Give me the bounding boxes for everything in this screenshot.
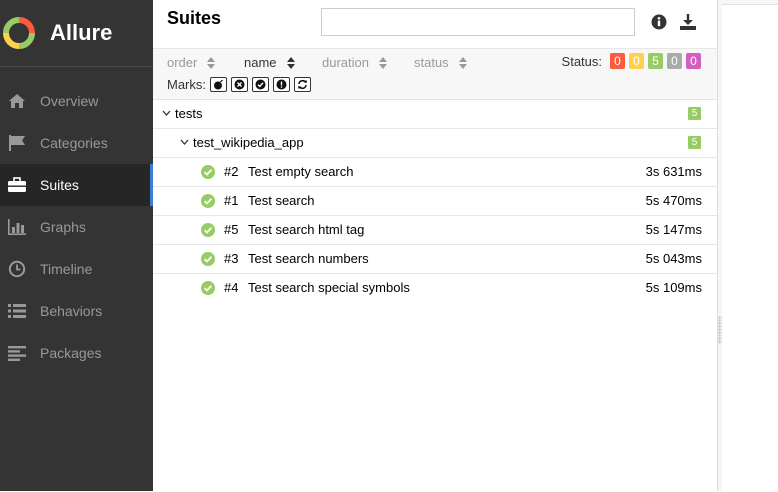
- status-passed-toggle[interactable]: 5: [648, 53, 663, 69]
- passed-status-icon: [201, 194, 215, 208]
- test-number: #4: [224, 280, 239, 295]
- tree-group-tests[interactable]: tests 5: [153, 100, 717, 129]
- sidebar-item-label: Categories: [40, 135, 108, 151]
- brand[interactable]: Allure: [0, 0, 153, 67]
- info-icon[interactable]: [651, 14, 667, 30]
- test-name: Test search special symbols: [248, 280, 410, 295]
- sidebar-item-label: Suites: [40, 177, 79, 193]
- align-left-icon: [7, 343, 27, 363]
- sidebar-item-overview[interactable]: Overview: [0, 80, 153, 122]
- sort-label: status: [414, 55, 449, 70]
- exclamation-circle-icon: [276, 79, 287, 90]
- sort-label: duration: [322, 55, 369, 70]
- test-row[interactable]: #4 Test search special symbols 5s 109ms: [153, 274, 717, 302]
- app-name: Allure: [50, 20, 113, 45]
- status-unknown-toggle[interactable]: 0: [686, 53, 701, 69]
- sort-name[interactable]: name: [244, 55, 295, 70]
- test-number: #2: [224, 164, 239, 179]
- sidebar: Allure Overview Categories Suites Graphs: [0, 0, 153, 491]
- sidebar-item-packages[interactable]: Packages: [0, 332, 153, 374]
- sidebar-item-label: Packages: [40, 345, 102, 361]
- sidebar-item-label: Behaviors: [40, 303, 103, 319]
- passed-status-icon: [201, 281, 215, 295]
- new-passed-mark-toggle[interactable]: [252, 77, 269, 92]
- tree-group-suite[interactable]: test_wikipedia_app 5: [153, 129, 717, 158]
- chevron-down-icon: [180, 139, 189, 145]
- sidebar-item-label: Timeline: [40, 261, 93, 277]
- list-icon: [7, 301, 27, 321]
- briefcase-icon: [7, 175, 27, 195]
- search-input[interactable]: [321, 8, 635, 36]
- test-row[interactable]: #2 Test empty search 3s 631ms: [153, 158, 717, 187]
- sort-duration[interactable]: duration: [322, 55, 387, 70]
- sidebar-item-label: Overview: [40, 93, 99, 109]
- test-duration: 5s 109ms: [645, 280, 702, 295]
- download-icon[interactable]: [679, 13, 697, 31]
- marks-filter: Marks:: [167, 77, 311, 92]
- details-pane-content: [722, 4, 778, 492]
- sort-icon: [378, 56, 387, 69]
- status-skipped-toggle[interactable]: 0: [667, 53, 682, 69]
- suites-panel: Suites order name duration status Status…: [153, 0, 718, 491]
- clock-icon: [7, 259, 27, 279]
- group-label: test_wikipedia_app: [193, 135, 304, 150]
- sidebar-item-graphs[interactable]: Graphs: [0, 206, 153, 248]
- panel-header: Suites: [153, 0, 717, 49]
- sidebar-item-categories[interactable]: Categories: [0, 122, 153, 164]
- test-name: Test empty search: [248, 164, 354, 179]
- passed-status-icon: [201, 223, 215, 237]
- retries-mark-toggle[interactable]: [294, 77, 311, 92]
- test-row[interactable]: #1 Test search 5s 470ms: [153, 187, 717, 216]
- flag-icon: [7, 133, 27, 153]
- passed-status-icon: [201, 165, 215, 179]
- check-circle-icon: [255, 79, 266, 90]
- allure-logo-icon: [3, 17, 35, 49]
- sort-order[interactable]: order: [167, 55, 216, 70]
- sidebar-item-behaviors[interactable]: Behaviors: [0, 290, 153, 332]
- bomb-icon: [214, 79, 223, 90]
- refresh-icon: [298, 80, 307, 89]
- new-broken-mark-toggle[interactable]: [273, 77, 290, 92]
- test-row[interactable]: #3 Test search numbers 5s 043ms: [153, 245, 717, 274]
- test-duration: 5s 043ms: [645, 251, 702, 266]
- status-broken-toggle[interactable]: 0: [629, 53, 644, 69]
- test-row[interactable]: #5 Test search html tag 5s 147ms: [153, 216, 717, 245]
- group-label: tests: [175, 106, 203, 121]
- home-icon: [7, 91, 27, 111]
- test-number: #5: [224, 222, 239, 237]
- test-duration: 5s 470ms: [645, 193, 702, 208]
- sidebar-item-timeline[interactable]: Timeline: [0, 248, 153, 290]
- sidebar-item-label: Graphs: [40, 219, 86, 235]
- status-filter: Status: 0 0 5 0 0: [562, 53, 701, 69]
- sort-label: order: [167, 55, 198, 70]
- sort-icon: [458, 56, 467, 69]
- test-number: #1: [224, 193, 239, 208]
- test-duration: 5s 147ms: [645, 222, 702, 237]
- chevron-down-icon: [162, 110, 171, 116]
- test-name: Test search html tag: [248, 222, 365, 237]
- sort-icon: [207, 56, 216, 69]
- test-name: Test search: [248, 193, 315, 208]
- passed-count-badge: 5: [688, 136, 701, 149]
- sidebar-item-suites[interactable]: Suites: [0, 164, 153, 206]
- test-name: Test search numbers: [248, 251, 369, 266]
- sort-label: name: [244, 55, 277, 70]
- status-failed-toggle[interactable]: 0: [610, 53, 625, 69]
- times-circle-icon: [234, 79, 245, 90]
- test-number: #3: [224, 251, 239, 266]
- toolbar: order name duration status Status: 0 0 5…: [153, 49, 717, 100]
- passed-count-badge: 5: [688, 107, 701, 120]
- marks-label: Marks:: [167, 77, 206, 92]
- flaky-mark-toggle[interactable]: [210, 77, 227, 92]
- sort-icon: [286, 56, 295, 69]
- new-failed-mark-toggle[interactable]: [231, 77, 248, 92]
- sort-status[interactable]: status: [414, 55, 467, 70]
- test-duration: 3s 631ms: [645, 164, 702, 179]
- pane-resize-handle[interactable]: [718, 316, 722, 344]
- bar-chart-icon: [7, 217, 27, 237]
- status-label: Status:: [561, 53, 602, 69]
- page-title: Suites: [167, 8, 222, 28]
- passed-status-icon: [201, 252, 215, 266]
